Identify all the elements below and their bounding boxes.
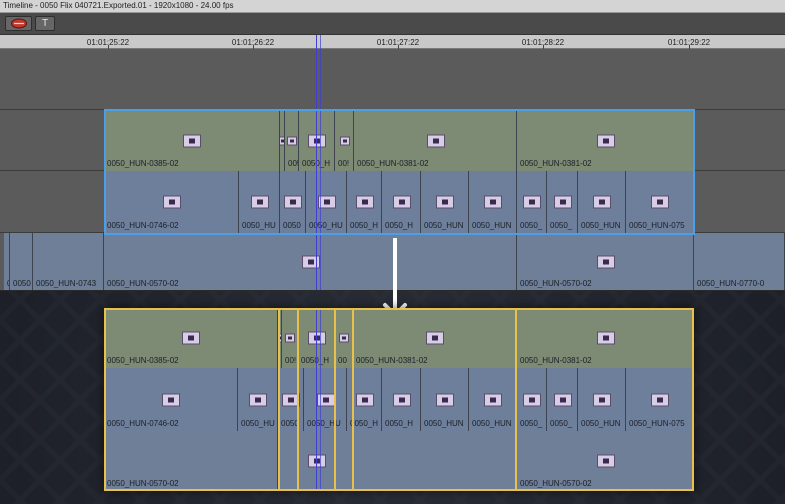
clip-name: 0050 — [13, 279, 31, 288]
split-marker — [352, 308, 354, 491]
clip-name: 0050_HUN-0570-02 — [520, 279, 592, 288]
timeline-clip[interactable]: 0050_HUN-0770-0 — [694, 233, 785, 290]
selection-before-box — [104, 109, 695, 235]
window-title: Timeline - 0050 Flix 040721.Exported.01 … — [3, 1, 234, 10]
clip-name: 0050_HUN-0570-02 — [107, 279, 179, 288]
split-marker — [278, 308, 280, 491]
selection-after-box — [104, 308, 694, 491]
clip-thumbnail-icon — [596, 255, 615, 269]
slip-tool-icon — [10, 18, 27, 29]
timeline-clip[interactable]: 0050_HUN-0743 — [33, 233, 104, 290]
ruler-tick — [398, 45, 399, 49]
clip-name: 0050_HUN-0743 — [36, 279, 97, 288]
timeline-clip[interactable]: 0050_HUN-0570-02 — [517, 233, 694, 290]
split-marker — [297, 308, 299, 491]
ruler-tick — [543, 45, 544, 49]
title-bar[interactable]: Timeline - 0050 Flix 040721.Exported.01 … — [0, 0, 785, 13]
screenshot-root: Timeline - 0050 Flix 040721.Exported.01 … — [0, 0, 785, 504]
split-marker — [515, 308, 517, 491]
timeline-clip[interactable]: 0050_HUN-0570-02 — [104, 233, 517, 290]
split-marker — [334, 308, 336, 491]
timecode-ruler[interactable]: 01:01:25:22 01:01:26:22 01:01:27:22 01:01:2… — [0, 35, 785, 49]
slip-tool-button[interactable] — [5, 16, 32, 31]
text-tool-label: T — [41, 18, 49, 29]
text-tool-button[interactable]: T — [35, 16, 55, 31]
clip-name: 0050_HUN-0770-0 — [697, 279, 765, 288]
timeline-clip[interactable]: 0050 — [10, 233, 33, 290]
ruler-tick — [689, 45, 690, 49]
ruler-tick — [108, 45, 109, 49]
toolbar: T — [0, 13, 785, 35]
empty-track-area — [0, 50, 785, 110]
ruler-tick — [253, 45, 254, 49]
